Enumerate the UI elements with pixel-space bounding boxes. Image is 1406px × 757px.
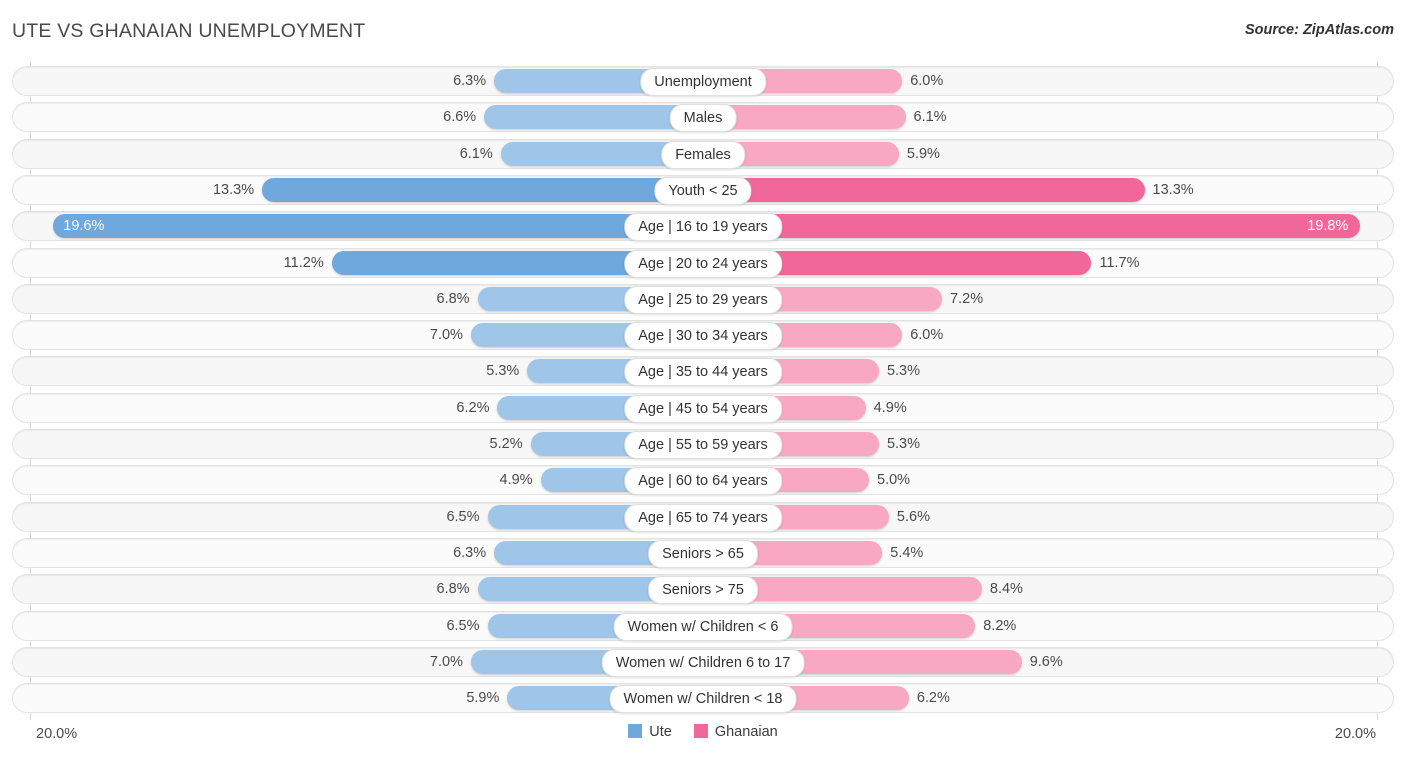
- table-row[interactable]: 13.3% 13.3% Youth < 25: [12, 174, 1394, 205]
- category-label: Age | 45 to 54 years: [624, 394, 782, 423]
- chart-legend: Ute Ghanaian: [0, 724, 1406, 740]
- category-label: Females: [661, 140, 745, 169]
- value-label-ghanaian: 19.8%: [1307, 218, 1349, 235]
- table-row[interactable]: 6.2% 4.9% Age | 45 to 54 years: [12, 392, 1394, 423]
- bar-ute: [53, 214, 703, 239]
- value-label-ute: 6.8%: [436, 581, 470, 598]
- value-label-ute: 6.1%: [459, 145, 493, 162]
- value-label-ute: 7.0%: [429, 327, 463, 344]
- category-label: Males: [669, 104, 737, 133]
- table-row[interactable]: 19.6% 19.8% Age | 16 to 19 years: [12, 211, 1394, 242]
- page-title: UTE VS GHANAIAN UNEMPLOYMENT: [12, 20, 366, 42]
- category-label: Age | 16 to 19 years: [624, 213, 782, 242]
- value-label-ute: 13.3%: [212, 181, 255, 198]
- value-label-ute: 5.9%: [466, 690, 500, 707]
- table-row[interactable]: 6.5% 8.2% Women w/ Children < 6: [12, 610, 1394, 641]
- chart-footer: 20.0% 20.0% Ute Ghanaian: [0, 718, 1406, 757]
- category-label: Age | 60 to 64 years: [624, 467, 782, 496]
- value-label-ute: 6.2%: [456, 399, 490, 416]
- table-row[interactable]: 6.8% 8.4% Seniors > 75: [12, 574, 1394, 605]
- category-label: Age | 55 to 59 years: [624, 431, 782, 459]
- category-label: Age | 65 to 74 years: [624, 503, 782, 532]
- value-label-ghanaian: 8.2%: [983, 617, 1017, 634]
- value-label-ute: 19.6%: [63, 218, 105, 235]
- value-label-ute: 4.9%: [499, 472, 533, 489]
- legend-swatch: [693, 724, 708, 738]
- value-label-ghanaian: 5.6%: [896, 508, 930, 525]
- table-row[interactable]: 5.9% 6.2% Women w/ Children < 18: [12, 683, 1394, 714]
- value-label-ute: 6.3%: [453, 544, 487, 561]
- legend-swatch: [628, 724, 643, 738]
- category-label: Age | 35 to 44 years: [624, 358, 782, 387]
- value-label-ghanaian: 9.6%: [1029, 653, 1063, 670]
- category-label: Women w/ Children < 6: [613, 612, 793, 641]
- value-label-ghanaian: 6.0%: [910, 327, 944, 344]
- category-label: Seniors > 75: [648, 576, 758, 605]
- category-label: Age | 25 to 29 years: [624, 285, 782, 314]
- table-row[interactable]: 7.0% 9.6% Women w/ Children 6 to 17: [12, 646, 1394, 677]
- value-label-ghanaian: 4.9%: [873, 399, 907, 416]
- table-row[interactable]: 6.3% 6.0% Unemployment: [12, 66, 1394, 96]
- value-label-ghanaian: 6.1%: [913, 109, 947, 126]
- chart-header: UTE VS GHANAIAN UNEMPLOYMENT Source: Zip…: [0, 0, 1406, 60]
- value-label-ghanaian: 13.3%: [1152, 181, 1194, 198]
- value-label-ghanaian: 8.4%: [989, 581, 1023, 598]
- table-row[interactable]: 6.3% 5.4% Seniors > 65: [12, 537, 1394, 568]
- table-row[interactable]: 6.6% 6.1% Males: [12, 102, 1394, 133]
- category-label: Age | 20 to 24 years: [624, 249, 782, 278]
- value-label-ute: 5.2%: [489, 436, 523, 452]
- legend-item[interactable]: Ghanaian: [693, 724, 778, 740]
- value-label-ghanaian: 5.4%: [890, 544, 924, 561]
- value-label-ghanaian: 5.9%: [906, 145, 940, 162]
- category-label: Seniors > 65: [648, 539, 758, 568]
- value-label-ute: 6.8%: [436, 290, 470, 307]
- legend-label: Ute: [649, 724, 672, 740]
- legend-label: Ghanaian: [714, 724, 778, 740]
- value-label-ghanaian: 5.3%: [886, 436, 921, 452]
- bar-ghanaian: [703, 177, 1145, 202]
- legend-item[interactable]: Ute: [628, 724, 672, 740]
- value-label-ute: 11.2%: [283, 254, 324, 271]
- value-label-ute: 6.3%: [453, 73, 487, 89]
- category-label: Age | 30 to 34 years: [624, 322, 782, 351]
- table-row[interactable]: 7.0% 6.0% Age | 30 to 34 years: [12, 320, 1394, 351]
- chart-plot-area: 6.3% 6.0% Unemployment 6.6% 6.1% Males 6.1% 5.9…: [0, 62, 1406, 720]
- value-label-ute: 5.3%: [486, 363, 520, 380]
- table-row[interactable]: 6.8% 7.2% Age | 25 to 29 years: [12, 283, 1394, 314]
- table-row[interactable]: 6.5% 5.6% Age | 65 to 74 years: [12, 501, 1394, 532]
- value-label-ghanaian: 6.2%: [916, 690, 950, 707]
- category-label: Youth < 25: [654, 176, 752, 205]
- bar-ute: [262, 177, 703, 202]
- value-label-ghanaian: 5.0%: [877, 472, 911, 489]
- table-row[interactable]: 4.9% 5.0% Age | 60 to 64 years: [12, 465, 1394, 496]
- source-attribution: Source: ZipAtlas.com: [1244, 22, 1394, 38]
- table-row[interactable]: 6.1% 5.9% Females: [12, 138, 1394, 169]
- value-label-ute: 6.5%: [446, 508, 480, 525]
- value-label-ghanaian: 6.0%: [910, 73, 944, 89]
- value-label-ghanaian: 11.7%: [1099, 254, 1140, 271]
- table-row[interactable]: 5.2% 5.3% Age | 55 to 59 years: [12, 429, 1394, 459]
- category-label: Unemployment: [640, 68, 766, 96]
- category-label: Women w/ Children < 18: [609, 685, 797, 714]
- table-row[interactable]: 11.2% 11.7% Age | 20 to 24 years: [12, 247, 1394, 278]
- bar-ghanaian: [703, 214, 1361, 239]
- category-label: Women w/ Children 6 to 17: [601, 648, 805, 677]
- value-label-ghanaian: 7.2%: [950, 290, 984, 307]
- value-label-ute: 6.6%: [443, 109, 477, 126]
- value-label-ute: 6.5%: [446, 617, 480, 634]
- table-row[interactable]: 5.3% 5.3% Age | 35 to 44 years: [12, 356, 1394, 387]
- value-label-ute: 7.0%: [429, 653, 463, 670]
- value-label-ghanaian: 5.3%: [886, 363, 921, 380]
